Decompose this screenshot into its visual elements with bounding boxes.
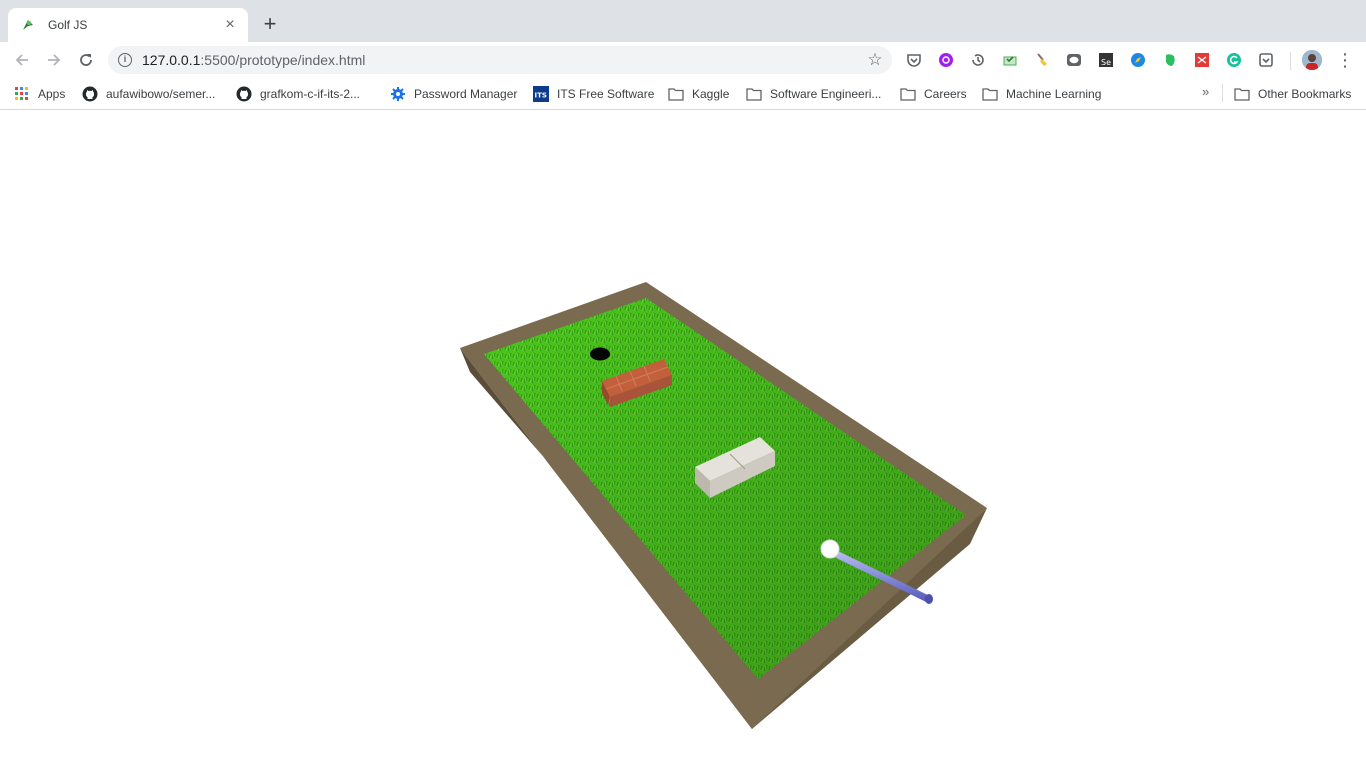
- golf-ball[interactable]: [820, 539, 840, 559]
- bookmarks-overflow-button[interactable]: »: [1202, 84, 1209, 99]
- bookmark-other-bookmarks[interactable]: Other Bookmarks: [1234, 84, 1351, 104]
- folder-icon: [1234, 86, 1250, 102]
- bookmark-folder-careers[interactable]: Careers: [900, 84, 967, 104]
- folder-icon: [982, 86, 998, 102]
- arrow-right-icon: [48, 54, 61, 66]
- close-tab-icon[interactable]: ×: [222, 17, 238, 33]
- bookmark-folder-software-engineering[interactable]: Software Engineeri...: [746, 84, 881, 104]
- bookmark-label: ITS Free Software: [557, 87, 655, 101]
- forward-button[interactable]: [42, 48, 66, 72]
- more-menu-icon[interactable]: ⋮: [1336, 50, 1354, 70]
- bookmark-label: Kaggle: [692, 87, 730, 101]
- github-icon: [82, 86, 98, 102]
- new-tab-button[interactable]: +: [258, 13, 282, 37]
- info-icon[interactable]: i: [118, 53, 132, 67]
- bookmark-label: Password Manager: [414, 87, 518, 101]
- address-bar[interactable]: i 127.0.0.1:5500/prototype/index.html ☆: [108, 46, 892, 74]
- game-canvas[interactable]: [0, 111, 1366, 768]
- toolbar: i 127.0.0.1:5500/prototype/index.html ☆ …: [0, 42, 1366, 78]
- pdf-icon[interactable]: [1193, 51, 1211, 69]
- bookmark-folder-machine-learning[interactable]: Machine Learning: [982, 84, 1101, 104]
- tab-strip: Golf JS × +: [0, 0, 1366, 42]
- mail-check-icon[interactable]: [1001, 51, 1019, 69]
- golf-js-icon: [20, 17, 36, 33]
- reload-icon: [80, 54, 92, 66]
- back-button[interactable]: [10, 48, 34, 72]
- bookmark-label: grafkom-c-if-its-2...: [260, 87, 361, 101]
- url-host: 127.0.0.1: [142, 52, 201, 68]
- pocket-icon[interactable]: [905, 51, 923, 69]
- toolbar-separator: [1290, 52, 1291, 70]
- bookmark-apps[interactable]: Apps: [14, 84, 65, 104]
- github-icon: [236, 86, 252, 102]
- svg-text:ITS: ITS: [535, 92, 547, 100]
- grammarly-icon[interactable]: [1225, 51, 1243, 69]
- apps-grid-icon: [14, 86, 30, 102]
- purple-globe-icon[interactable]: [937, 51, 955, 69]
- folder-icon: [668, 86, 684, 102]
- compass-icon[interactable]: [1129, 51, 1147, 69]
- bookmark-label: aufawibowo/semer...: [106, 87, 216, 101]
- folder-icon: [900, 86, 916, 102]
- selenium-icon[interactable]: Se: [1097, 51, 1115, 69]
- bookmark-label: Software Engineeri...: [770, 87, 882, 101]
- folder-icon: [746, 86, 762, 102]
- arrow-left-icon: [15, 54, 28, 66]
- tab-golf-js[interactable]: Golf JS ×: [8, 8, 248, 42]
- bookmarks-separator: [1222, 84, 1223, 102]
- bookmark-its-free-software[interactable]: ITS ITS Free Software: [533, 84, 654, 104]
- broom-icon[interactable]: [1033, 51, 1051, 69]
- history-icon[interactable]: [969, 51, 987, 69]
- bookmarks-bar: Apps aufawibowo/semer... grafkom-c-if-it…: [0, 78, 1366, 110]
- bookmark-label: Careers: [924, 87, 967, 101]
- bookmark-star-icon[interactable]: ☆: [866, 51, 884, 69]
- bookmark-label: Machine Learning: [1006, 87, 1102, 101]
- evernote-icon[interactable]: [1161, 51, 1179, 69]
- url-path: :5500/prototype/index.html: [200, 52, 366, 68]
- profile-avatar[interactable]: [1302, 50, 1322, 70]
- svg-text:Se: Se: [1101, 58, 1111, 67]
- bookmark-aufawibowo[interactable]: aufawibowo/semer...: [82, 84, 215, 104]
- line-icon[interactable]: [1065, 51, 1083, 69]
- bookmark-folder-kaggle[interactable]: Kaggle: [668, 84, 729, 104]
- golf-scene[interactable]: [0, 111, 1366, 768]
- tab-title: Golf JS: [48, 18, 88, 32]
- pocket-save-icon[interactable]: [1257, 51, 1275, 69]
- bookmark-label: Apps: [38, 87, 66, 101]
- its-icon: ITS: [533, 86, 549, 102]
- bookmark-password-manager[interactable]: Password Manager: [390, 84, 517, 104]
- golf-hole: [590, 347, 610, 361]
- reload-button[interactable]: [74, 48, 98, 72]
- bookmark-label: Other Bookmarks: [1258, 87, 1352, 101]
- gear-icon: [390, 86, 406, 102]
- bookmark-grafkom[interactable]: grafkom-c-if-its-2...: [236, 84, 360, 104]
